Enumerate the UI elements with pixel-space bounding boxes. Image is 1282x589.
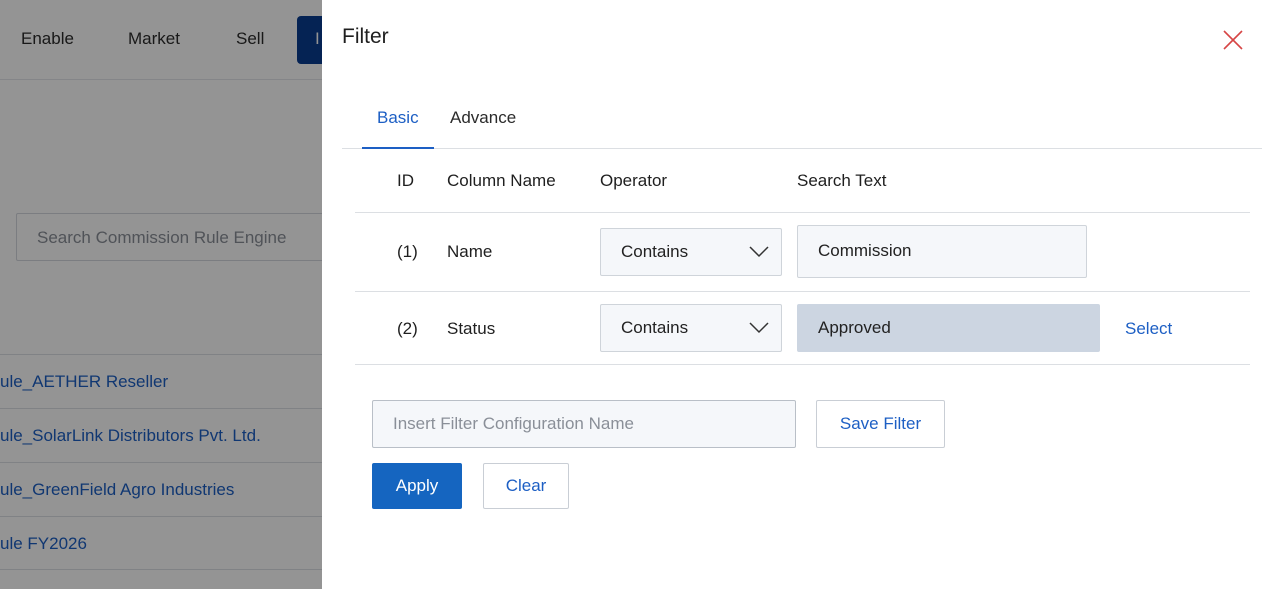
search-text-input[interactable]: Commission	[797, 225, 1087, 278]
operator-select[interactable]: Contains	[600, 304, 782, 352]
header-operator: Operator	[600, 171, 668, 190]
tab-basic[interactable]: Basic	[362, 96, 434, 149]
close-icon	[1223, 30, 1243, 50]
header-search-text: Search Text	[797, 171, 887, 190]
filter-table-header: ID Column Name Operator Search Text	[355, 149, 1250, 213]
app-root: Enable Market Sell I Search Commission R…	[0, 0, 1282, 589]
tab-advance[interactable]: Advance	[435, 96, 531, 149]
select-link[interactable]: Select	[1125, 319, 1172, 339]
save-filter-button[interactable]: Save Filter	[816, 400, 945, 448]
header-column-name: Column Name	[447, 171, 556, 190]
row-id: (1)	[397, 242, 418, 261]
operator-select-value: Contains	[621, 318, 689, 337]
filter-drawer: Filter Basic Advance ID Column Name Oper…	[322, 0, 1282, 589]
filter-table: ID Column Name Operator Search Text (1) …	[355, 149, 1250, 365]
table-row: (1) Name Contains Commission	[355, 213, 1250, 292]
table-row: (2) Status Contains Approved Select	[355, 292, 1250, 365]
apply-button[interactable]: Apply	[372, 463, 462, 509]
row-id: (2)	[397, 319, 418, 338]
chevron-down-icon	[749, 322, 769, 334]
filter-tabs: Basic Advance	[342, 96, 1262, 149]
chevron-down-icon	[749, 246, 769, 258]
search-text-readonly: Approved	[797, 304, 1100, 352]
filter-config-name-input[interactable]	[372, 400, 796, 448]
operator-select-value: Contains	[621, 242, 689, 261]
row-column-name: Status	[447, 319, 496, 338]
header-id: ID	[397, 171, 414, 190]
close-button[interactable]	[1221, 28, 1245, 52]
clear-button[interactable]: Clear	[483, 463, 569, 509]
operator-select[interactable]: Contains	[600, 228, 782, 276]
row-column-name: Name	[447, 242, 493, 261]
drawer-title: Filter	[342, 25, 389, 48]
